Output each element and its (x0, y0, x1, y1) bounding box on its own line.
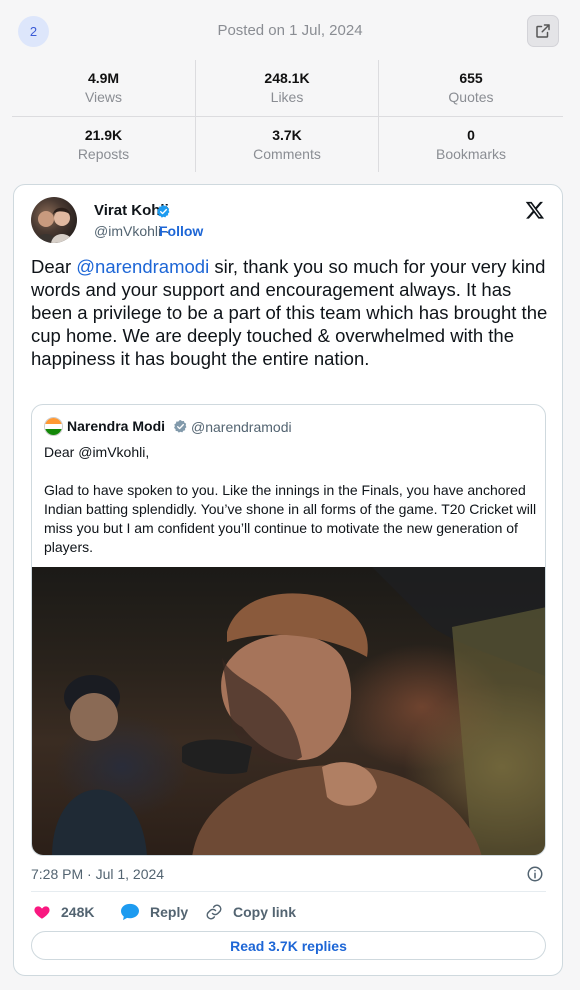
follow-link[interactable]: Follow (159, 223, 203, 239)
tweet-text: Dear @narendramodi sir, thank you so muc… (31, 255, 551, 370)
stat-value: 3.7K (272, 126, 302, 143)
speech-bubble-icon (121, 903, 139, 921)
external-link-icon (536, 24, 550, 38)
stats-grid: 4.9M Views 248.1K Likes 655 Quotes 21.9K… (12, 60, 563, 172)
stat-label: Comments (253, 145, 321, 162)
quote-author-handle: @narendramodi (191, 419, 292, 435)
stat-value: 21.9K (84, 126, 123, 143)
tweet-text-part: Dear (31, 256, 77, 277)
quoted-tweet[interactable]: Narendra Modi @narendramodi Dear @imVkoh… (31, 404, 546, 856)
tweet-actions: 248K Reply Copy link (31, 902, 546, 922)
divider (31, 891, 546, 892)
stat-comments: 3.7K Comments (196, 117, 379, 172)
link-icon (206, 904, 222, 920)
x-logo-icon[interactable] (525, 200, 545, 220)
verified-badge-icon (174, 419, 187, 433)
stat-reposts: 21.9K Reposts (12, 117, 196, 172)
stat-label: Views (84, 89, 123, 105)
mention-link[interactable]: @narendramodi (76, 256, 209, 277)
stat-bookmarks: 0 Bookmarks (379, 117, 563, 172)
embedded-tweet: Virat Kohli @imVkohli · Follow Dear @nar… (13, 184, 563, 976)
tweet-timestamp[interactable]: 7:28 PM · Jul 1, 2024 (31, 866, 164, 882)
header-bar: 2 Posted on 1 Jul, 2024 (0, 0, 580, 62)
stat-value: 0 (467, 126, 475, 143)
avatar-photo (35, 207, 73, 243)
stat-label: Likes (270, 89, 304, 105)
like-count: 248K (61, 904, 95, 920)
reply-button[interactable]: Reply (120, 902, 188, 922)
reply-label: Reply (150, 904, 189, 920)
stat-value: 248.1K (264, 70, 310, 86)
copy-link-button[interactable]: Copy link (205, 902, 296, 922)
like-button[interactable]: 248K (33, 902, 94, 922)
open-external-button[interactable] (527, 15, 559, 47)
quote-avatar (44, 417, 63, 436)
info-icon[interactable] (526, 865, 544, 883)
stat-views: 4.9M Views (12, 60, 196, 117)
stat-value: 4.9M (87, 70, 120, 86)
heart-icon (34, 906, 50, 919)
quote-line: Glad to have spoken to you. Like the inn… (44, 482, 537, 555)
avatar[interactable] (31, 197, 77, 243)
quote-line: Dear @imVkohli, (44, 444, 150, 460)
stat-likes: 248.1K Likes (196, 60, 379, 117)
stat-label: Bookmarks (435, 145, 507, 162)
photo-illustration (52, 567, 545, 855)
quote-photo[interactable] (32, 567, 545, 855)
stat-quotes: 655 Quotes (379, 60, 563, 117)
quote-author-name: Narendra Modi (67, 418, 166, 434)
copy-link-label: Copy link (233, 904, 297, 920)
verified-badge-icon (157, 204, 170, 218)
quote-text: Dear @imVkohli, Glad to have spoken to y… (44, 443, 539, 557)
posted-date: Posted on 1 Jul, 2024 (217, 22, 363, 39)
handle-text: @imVkohli (94, 223, 162, 239)
stat-label: Quotes (448, 89, 494, 105)
read-replies-button[interactable]: Read 3.7K replies (31, 931, 546, 960)
stat-label: Reposts (77, 145, 130, 162)
stat-value: 655 (459, 70, 483, 86)
